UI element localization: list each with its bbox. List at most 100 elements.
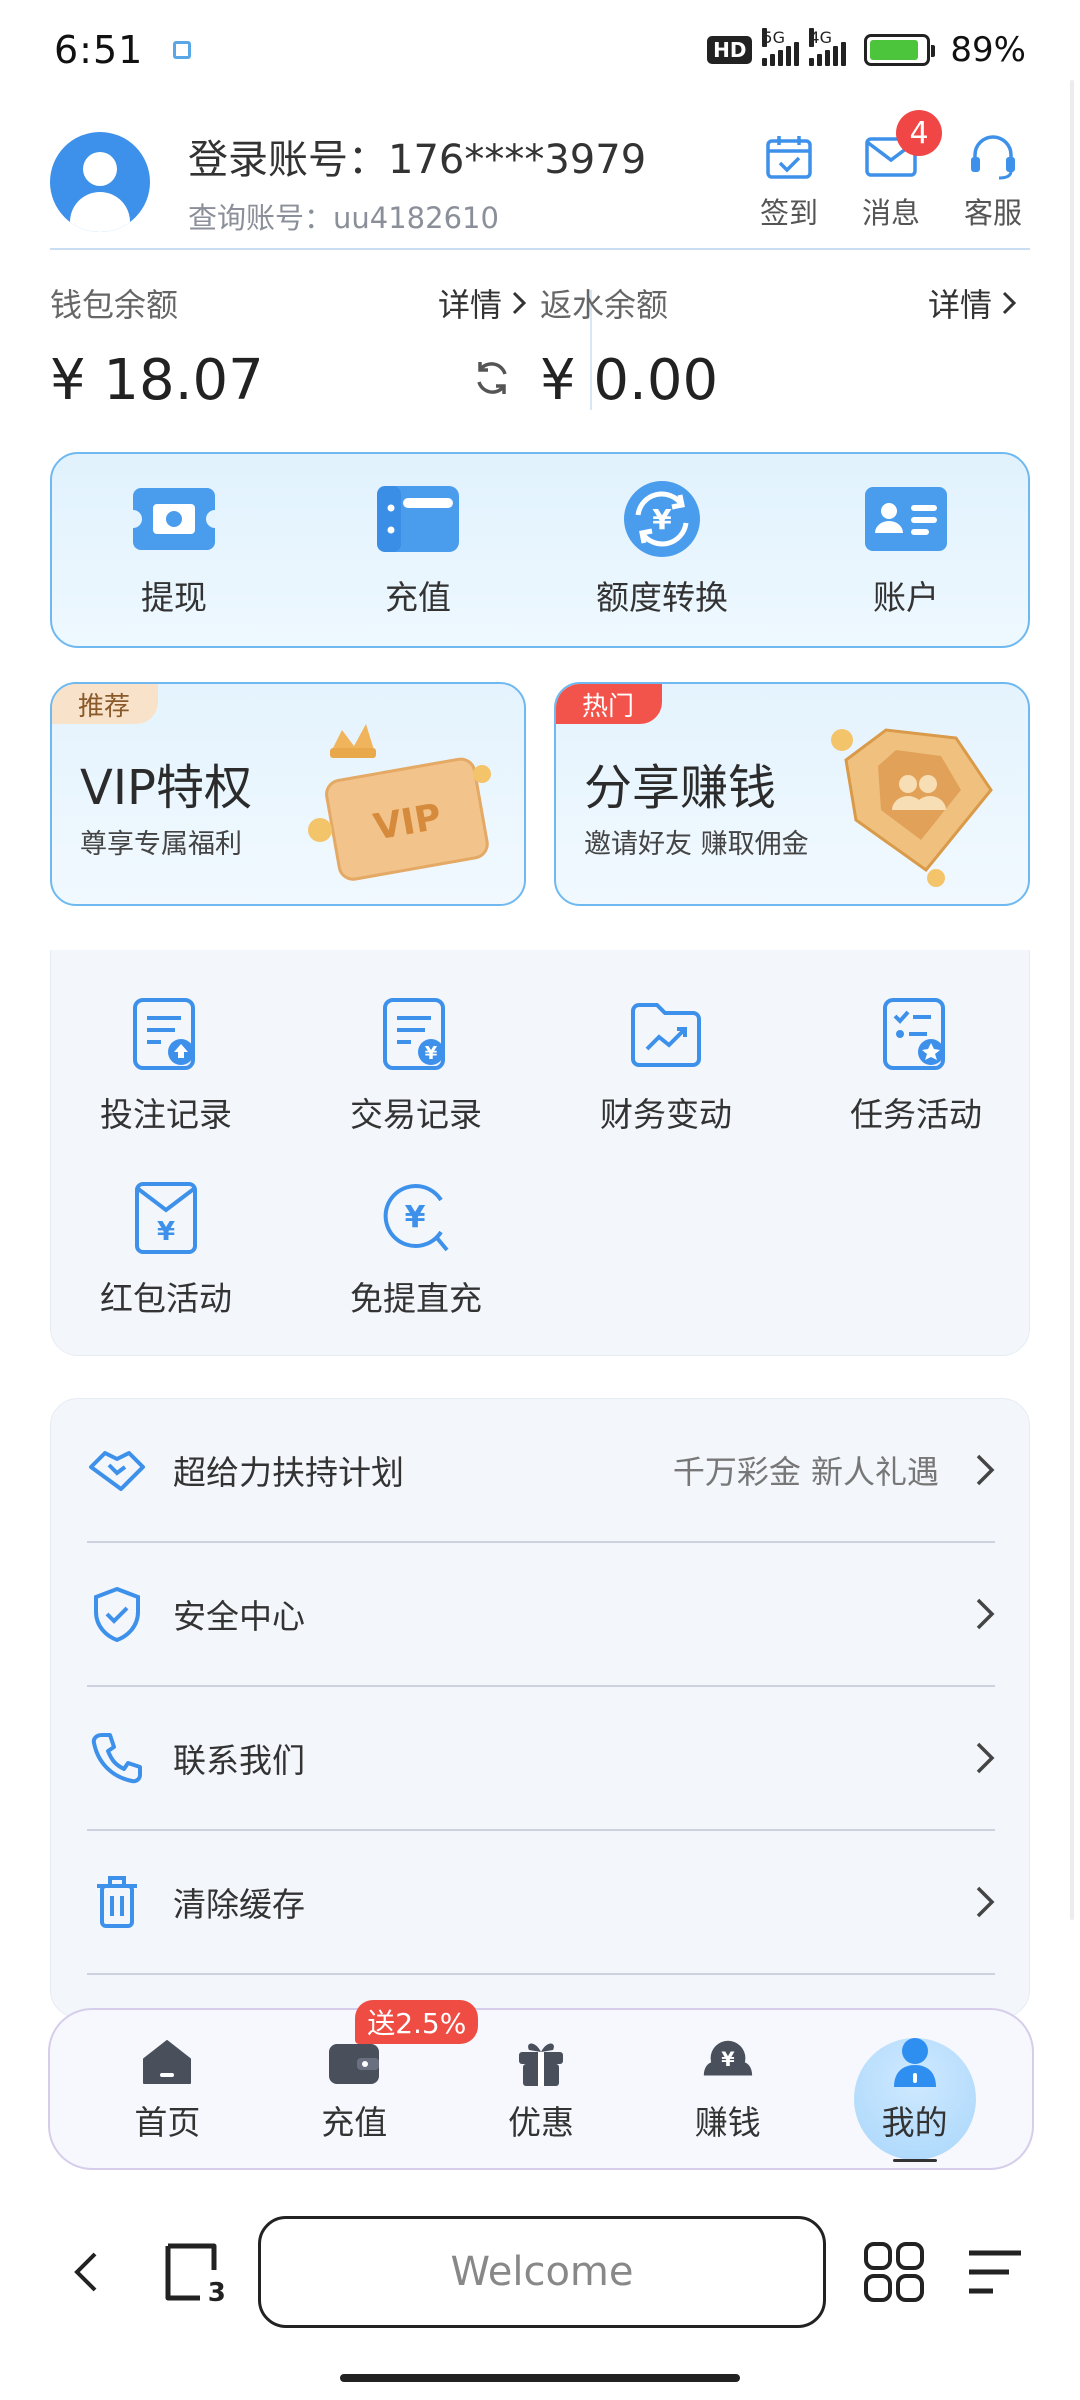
contact-us-item[interactable]: 联系我们 <box>87 1687 995 1831</box>
tab-earn[interactable]: ¥ 赚钱 <box>653 2014 803 2164</box>
vip-subtitle: 尊享专属福利 <box>80 829 242 860</box>
apps-button[interactable] <box>854 2232 933 2312</box>
browser-toolbar: 3 Welcome <box>0 2212 1080 2332</box>
finance-changes-label: 财务变动 <box>600 1095 732 1134</box>
transaction-records-button[interactable]: ¥ 交易记录 <box>306 994 526 1136</box>
rebate-balance-value: ¥ 0.00 <box>540 348 719 413</box>
tab-count: 3 <box>207 2278 226 2308</box>
active-tab-underline <box>892 2159 937 2162</box>
tab-recharge[interactable]: 送2.5% 充值 <box>279 2000 479 2164</box>
wallet-detail-link[interactable]: 详情 <box>438 280 526 326</box>
recharge-button[interactable]: 充值 <box>318 481 518 619</box>
customer-service-button[interactable]: 客服 <box>956 132 1030 232</box>
query-account: 查询账号：uu4182610 <box>188 201 499 235</box>
hot-tag: 热门 <box>556 684 663 724</box>
network-5g-label: 5G <box>762 28 785 47</box>
support-plan-item[interactable]: 超给力扶持计划 千万彩金 新人礼遇 <box>87 1399 995 1543</box>
tab-offers[interactable]: 优惠 <box>466 2014 616 2164</box>
menu-icon <box>968 2250 1021 2294</box>
notification-icon <box>173 41 192 59</box>
status-bar: 6:51 HD 5G 4G 89% <box>0 0 1080 100</box>
tabs-button[interactable]: 3 <box>155 2232 234 2312</box>
svg-text:¥: ¥ <box>425 1043 438 1064</box>
svg-text:¥: ¥ <box>721 2048 735 2071</box>
tab-mine[interactable]: 我的 <box>840 2014 990 2164</box>
direct-recharge-button[interactable]: ¥ 免提直充 <box>306 1178 526 1320</box>
direct-recharge-label: 免提直充 <box>350 1279 482 1318</box>
bet-records-button[interactable]: 投注记录 <box>56 994 276 1136</box>
account-info: 登录账号：176****3979 查询账号：uu4182610 <box>188 127 646 237</box>
security-center-item[interactable]: 安全中心 <box>87 1543 995 1687</box>
settings-list-panel: 超给力扶持计划 千万彩金 新人礼遇 安全中心 联系我们 清除缓存 <box>50 1398 1030 2018</box>
back-button[interactable] <box>46 2232 125 2312</box>
recharge-label: 充值 <box>385 578 451 617</box>
finance-changes-button[interactable]: 财务变动 <box>556 994 776 1136</box>
trash-icon <box>87 1872 147 1932</box>
clear-cache-item[interactable]: 清除缓存 <box>87 1831 995 1975</box>
clear-cache-label: 清除缓存 <box>173 1885 305 1924</box>
vip-privilege-card[interactable]: 推荐 VIP特权 尊享专属福利 VIP <box>50 682 526 906</box>
rebate-detail-link[interactable]: 详情 <box>928 280 1016 326</box>
rebate-balance: 返水余额 详情 ¥ 0.00 <box>540 280 1030 420</box>
withdraw-button[interactable]: 提现 <box>74 481 274 619</box>
id-card-icon <box>863 481 949 557</box>
bet-records-label: 投注记录 <box>100 1095 232 1134</box>
bet-record-icon <box>128 994 204 1074</box>
red-envelope-label: 红包活动 <box>100 1279 232 1318</box>
share-earn-title: 分享赚钱 <box>584 760 777 816</box>
account-header: 登录账号：176****3979 查询账号：uu4182610 签到 4 消息 … <box>50 110 1030 252</box>
header-divider <box>50 248 1030 250</box>
home-indicator[interactable] <box>340 2374 740 2382</box>
headset-icon <box>965 132 1021 182</box>
share-earn-card[interactable]: 热门 分享赚钱 邀请好友 赚取佣金 <box>554 682 1030 906</box>
avatar[interactable] <box>50 132 150 232</box>
address-bar-text: Welcome <box>450 2249 634 2295</box>
bottom-tab-bar: 首页 送2.5% 充值 优惠 ¥ 赚钱 我的 <box>48 2000 1034 2170</box>
tab-earn-label: 赚钱 <box>694 2103 761 2142</box>
direct-recharge-icon: ¥ <box>378 1178 454 1258</box>
credit-exchange-button[interactable]: ¥ 额度转换 <box>562 481 762 619</box>
wallet-detail-label: 详情 <box>437 286 502 324</box>
messages-label: 消息 <box>861 196 920 230</box>
transaction-records-label: 交易记录 <box>350 1095 482 1134</box>
withdraw-label: 提现 <box>141 578 207 617</box>
messages-button[interactable]: 4 消息 <box>854 110 942 232</box>
tab-home[interactable]: 首页 <box>92 2014 242 2164</box>
records-menu-panel: 投注记录 ¥ 交易记录 财务变动 任务活动 ¥ 红包活动 ¥ 免提直充 <box>50 950 1030 1356</box>
account-button[interactable]: 账户 <box>806 481 1006 619</box>
status-indicators: HD 5G 4G 89% <box>707 28 1026 70</box>
signal-4g-icon: 4G <box>809 28 847 66</box>
wallet-balance-value: ¥ 18.07 <box>50 348 264 413</box>
red-envelope-button[interactable]: ¥ 红包活动 <box>56 1178 276 1320</box>
battery-fill <box>870 40 919 60</box>
wallet-balance: 钱包余额 详情 ¥ 18.07 <box>50 280 540 420</box>
menu-button[interactable] <box>955 2232 1034 2312</box>
home-icon <box>139 2034 195 2090</box>
customer-service-label: 客服 <box>963 196 1022 230</box>
gift-icon <box>513 2034 569 2090</box>
phone-icon <box>87 1728 147 1788</box>
task-activity-label: 任务活动 <box>850 1095 982 1134</box>
scroll-indicator <box>1070 80 1074 1920</box>
finance-folder-icon <box>628 994 704 1074</box>
red-envelope-icon: ¥ <box>128 1178 204 1258</box>
wallet-icon <box>375 481 461 557</box>
support-plan-promo: 千万彩金 新人礼遇 <box>672 1453 939 1491</box>
checkin-button[interactable]: 签到 <box>752 132 826 232</box>
support-plan-label: 超给力扶持计划 <box>173 1453 404 1492</box>
chevron-right-icon <box>976 1886 995 1918</box>
address-bar[interactable]: Welcome <box>257 2216 827 2328</box>
checkin-label: 签到 <box>759 196 818 230</box>
task-activity-button[interactable]: 任务活动 <box>806 994 1026 1136</box>
credit-exchange-label: 额度转换 <box>596 578 728 617</box>
recommend-tag: 推荐 <box>52 684 159 724</box>
refresh-icon[interactable] <box>472 358 512 402</box>
earn-icon: ¥ <box>700 2034 756 2090</box>
tab-mine-label: 我的 <box>881 2103 948 2142</box>
svg-text:¥: ¥ <box>405 1200 426 1235</box>
battery-icon <box>864 34 936 66</box>
handshake-icon <box>87 1440 147 1500</box>
share-earn-subtitle: 邀请好友 赚取佣金 <box>584 829 809 860</box>
tab-recharge-label: 充值 <box>321 2103 388 2142</box>
chevron-right-icon <box>976 1598 995 1630</box>
